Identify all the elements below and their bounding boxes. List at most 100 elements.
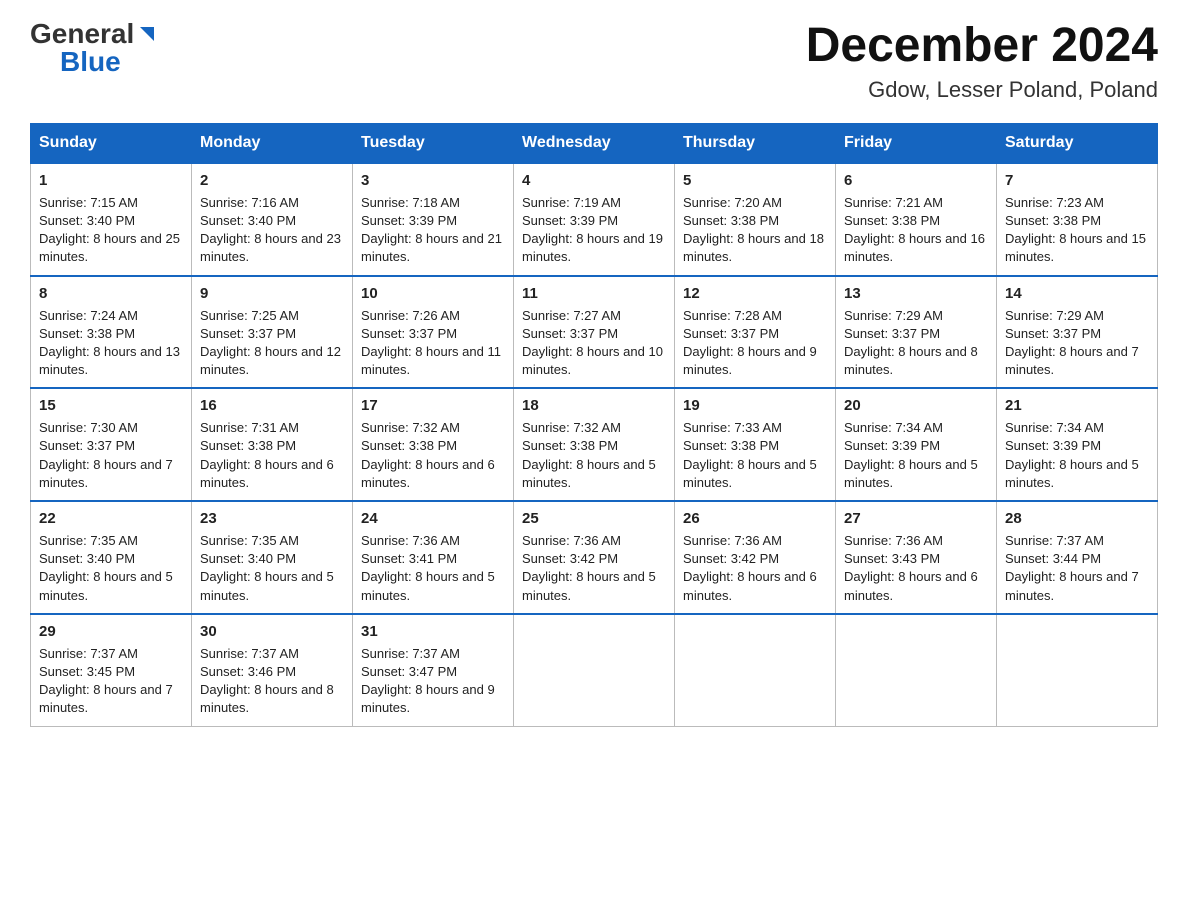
day-info: Sunrise: 7:32 AM Sunset: 3:38 PM Dayligh… [522,419,666,492]
sunset-label: Sunset: [200,326,248,341]
sunset-label: Sunset: [1005,438,1053,453]
daylight-label: Daylight: 8 hours and 6 minutes. [683,569,817,602]
sunrise-time: 7:36 AM [734,533,782,548]
daylight-label: Daylight: 8 hours and 5 minutes. [683,457,817,490]
sunrise-label: Sunrise: [39,646,90,661]
title-block: December 2024 Gdow, Lesser Poland, Polan… [806,20,1158,103]
sunset-label: Sunset: [361,438,409,453]
sunrise-label: Sunrise: [1005,533,1056,548]
table-row: 13 Sunrise: 7:29 AM Sunset: 3:37 PM Dayl… [836,276,997,389]
logo-blue-text: Blue [60,46,121,77]
sunset-time: 3:37 PM [409,326,457,341]
sunrise-time: 7:37 AM [90,646,138,661]
sunset-label: Sunset: [683,213,731,228]
sunrise-label: Sunrise: [683,195,734,210]
sunset-label: Sunset: [1005,551,1053,566]
table-row: 29 Sunrise: 7:37 AM Sunset: 3:45 PM Dayl… [31,614,192,726]
sunset-time: 3:45 PM [87,664,135,679]
sunrise-label: Sunrise: [844,533,895,548]
sunrise-label: Sunrise: [844,308,895,323]
sunset-label: Sunset: [683,326,731,341]
daylight-label: Daylight: 8 hours and 19 minutes. [522,231,663,264]
sunset-time: 3:40 PM [248,551,296,566]
sunrise-time: 7:35 AM [90,533,138,548]
day-number: 2 [200,170,344,191]
daylight-label: Daylight: 8 hours and 13 minutes. [39,344,180,377]
table-row: 2 Sunrise: 7:16 AM Sunset: 3:40 PM Dayli… [192,163,353,276]
sunrise-label: Sunrise: [39,195,90,210]
day-number: 14 [1005,283,1149,304]
day-info: Sunrise: 7:34 AM Sunset: 3:39 PM Dayligh… [844,419,988,492]
sunrise-label: Sunrise: [522,533,573,548]
sunset-label: Sunset: [361,213,409,228]
table-row: 22 Sunrise: 7:35 AM Sunset: 3:40 PM Dayl… [31,501,192,614]
sunrise-time: 7:16 AM [251,195,299,210]
sunrise-time: 7:26 AM [412,308,460,323]
sunset-time: 3:46 PM [248,664,296,679]
day-info: Sunrise: 7:30 AM Sunset: 3:37 PM Dayligh… [39,419,183,492]
daylight-label: Daylight: 8 hours and 10 minutes. [522,344,663,377]
table-row: 8 Sunrise: 7:24 AM Sunset: 3:38 PM Dayli… [31,276,192,389]
day-number: 10 [361,283,505,304]
calendar-table: Sunday Monday Tuesday Wednesday Thursday… [30,123,1158,727]
sunrise-label: Sunrise: [361,646,412,661]
day-number: 24 [361,508,505,529]
day-info: Sunrise: 7:32 AM Sunset: 3:38 PM Dayligh… [361,419,505,492]
location-text: Gdow, Lesser Poland, Poland [806,77,1158,103]
sunset-time: 3:37 PM [570,326,618,341]
day-number: 21 [1005,395,1149,416]
sunrise-label: Sunrise: [522,195,573,210]
daylight-label: Daylight: 8 hours and 12 minutes. [200,344,341,377]
day-number: 18 [522,395,666,416]
calendar-week-row: 22 Sunrise: 7:35 AM Sunset: 3:40 PM Dayl… [31,501,1158,614]
day-info: Sunrise: 7:16 AM Sunset: 3:40 PM Dayligh… [200,194,344,267]
sunrise-time: 7:25 AM [251,308,299,323]
sunset-time: 3:38 PM [1053,213,1101,228]
table-row: 7 Sunrise: 7:23 AM Sunset: 3:38 PM Dayli… [997,163,1158,276]
day-info: Sunrise: 7:25 AM Sunset: 3:37 PM Dayligh… [200,307,344,380]
day-number: 13 [844,283,988,304]
daylight-label: Daylight: 8 hours and 8 minutes. [200,682,334,715]
sunrise-time: 7:37 AM [412,646,460,661]
day-info: Sunrise: 7:23 AM Sunset: 3:38 PM Dayligh… [1005,194,1149,267]
day-info: Sunrise: 7:24 AM Sunset: 3:38 PM Dayligh… [39,307,183,380]
table-row [836,614,997,726]
day-info: Sunrise: 7:29 AM Sunset: 3:37 PM Dayligh… [1005,307,1149,380]
sunset-time: 3:37 PM [892,326,940,341]
sunrise-label: Sunrise: [39,308,90,323]
sunrise-time: 7:36 AM [895,533,943,548]
day-number: 1 [39,170,183,191]
calendar-week-row: 29 Sunrise: 7:37 AM Sunset: 3:45 PM Dayl… [31,614,1158,726]
sunset-label: Sunset: [522,551,570,566]
col-sunday: Sunday [31,123,192,163]
daylight-label: Daylight: 8 hours and 25 minutes. [39,231,180,264]
day-info: Sunrise: 7:35 AM Sunset: 3:40 PM Dayligh… [39,532,183,605]
sunrise-label: Sunrise: [522,308,573,323]
logo: General Blue [30,20,158,76]
day-number: 30 [200,621,344,642]
sunrise-label: Sunrise: [844,195,895,210]
sunset-label: Sunset: [1005,213,1053,228]
day-info: Sunrise: 7:36 AM Sunset: 3:42 PM Dayligh… [683,532,827,605]
sunrise-time: 7:36 AM [412,533,460,548]
day-info: Sunrise: 7:37 AM Sunset: 3:47 PM Dayligh… [361,645,505,718]
sunrise-label: Sunrise: [683,420,734,435]
sunset-time: 3:38 PM [892,213,940,228]
sunrise-label: Sunrise: [39,533,90,548]
daylight-label: Daylight: 8 hours and 5 minutes. [200,569,334,602]
calendar-week-row: 15 Sunrise: 7:30 AM Sunset: 3:37 PM Dayl… [31,388,1158,501]
sunrise-time: 7:24 AM [90,308,138,323]
sunrise-label: Sunrise: [522,420,573,435]
sunrise-time: 7:29 AM [895,308,943,323]
daylight-label: Daylight: 8 hours and 6 minutes. [200,457,334,490]
sunrise-time: 7:18 AM [412,195,460,210]
sunset-time: 3:40 PM [87,551,135,566]
table-row: 1 Sunrise: 7:15 AM Sunset: 3:40 PM Dayli… [31,163,192,276]
day-number: 5 [683,170,827,191]
sunrise-time: 7:15 AM [90,195,138,210]
daylight-label: Daylight: 8 hours and 5 minutes. [39,569,173,602]
day-info: Sunrise: 7:35 AM Sunset: 3:40 PM Dayligh… [200,532,344,605]
table-row: 30 Sunrise: 7:37 AM Sunset: 3:46 PM Dayl… [192,614,353,726]
table-row: 24 Sunrise: 7:36 AM Sunset: 3:41 PM Dayl… [353,501,514,614]
table-row: 12 Sunrise: 7:28 AM Sunset: 3:37 PM Dayl… [675,276,836,389]
